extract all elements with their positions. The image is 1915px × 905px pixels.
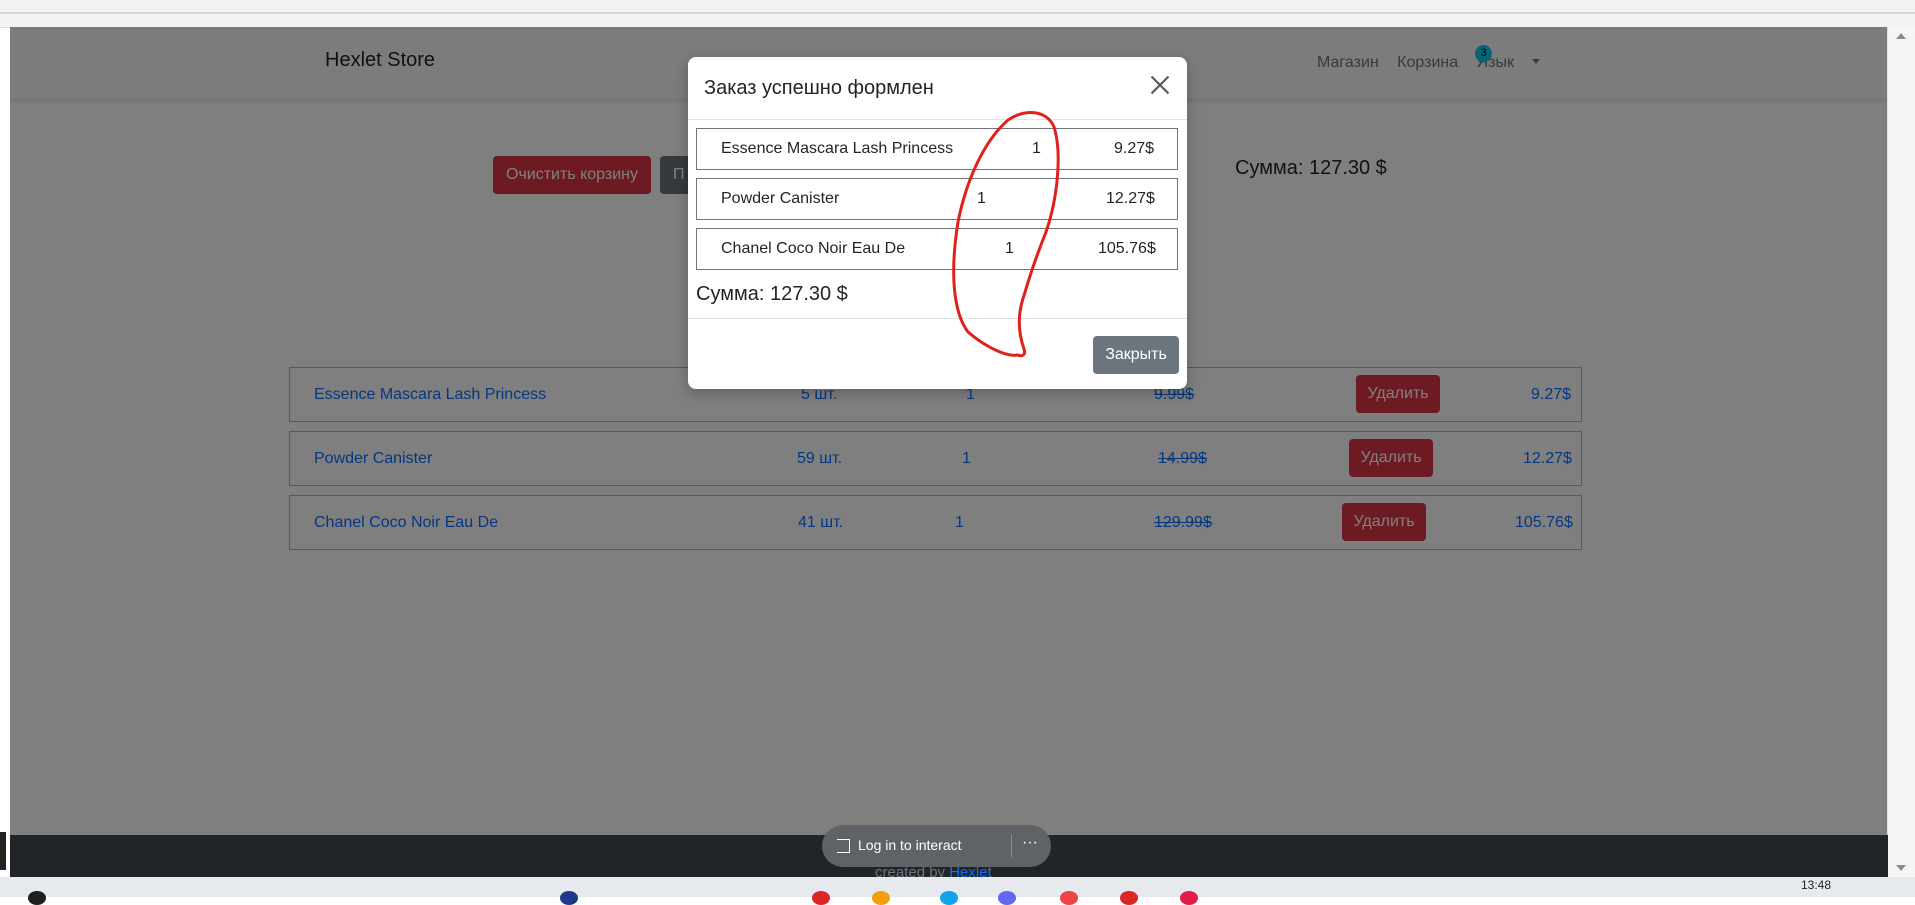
pill-separator <box>1011 835 1012 857</box>
more-options-icon[interactable]: ··· <box>1022 834 1038 852</box>
app-icon[interactable] <box>1180 891 1198 905</box>
app-icon[interactable] <box>1060 891 1078 905</box>
taskbar: 13:48 <box>0 877 1915 905</box>
app-icon[interactable] <box>998 891 1016 905</box>
login-icon <box>837 839 850 853</box>
browser-top-strip <box>0 0 1915 28</box>
order-success-modal: Заказ успешно формлен Essence Mascara La… <box>688 57 1187 389</box>
windows-start-icon[interactable] <box>28 891 46 905</box>
page-scrollbar[interactable] <box>1887 27 1915 877</box>
window-edge-mark <box>0 832 6 870</box>
browser-icon[interactable] <box>1120 891 1138 905</box>
app-icon[interactable] <box>560 891 578 905</box>
page: Hexlet Store Магазин Корзина Язык 3 Очис… <box>10 27 1888 835</box>
app-icon[interactable] <box>812 891 830 905</box>
login-pill-label[interactable]: Log in to interact <box>858 837 962 853</box>
login-pill[interactable]: Log in to interact ··· <box>822 825 1051 867</box>
taskbar-clock[interactable]: 13:48 <box>1801 878 1831 892</box>
app-icon[interactable] <box>940 891 958 905</box>
scroll-up-icon[interactable] <box>1896 33 1906 39</box>
scroll-down-icon[interactable] <box>1896 865 1906 871</box>
red-annotation-loop <box>952 111 1060 358</box>
folder-icon[interactable] <box>872 891 890 905</box>
